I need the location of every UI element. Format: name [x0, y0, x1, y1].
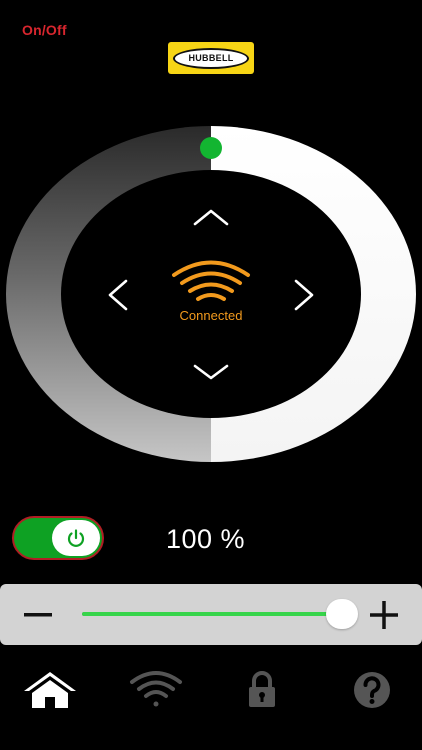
- lock-icon: [249, 671, 275, 707]
- connection-status: Connected: [179, 308, 243, 323]
- help-icon: [354, 672, 390, 708]
- increase-button[interactable]: [364, 584, 404, 645]
- brightness-slider-fill: [82, 612, 342, 616]
- plus-icon: [370, 600, 398, 629]
- dial-indicator[interactable]: [200, 137, 222, 159]
- nav-wifi[interactable]: [126, 665, 186, 715]
- nav-lock[interactable]: [232, 665, 292, 715]
- decrease-button[interactable]: [18, 584, 58, 645]
- brightness-slider[interactable]: [82, 612, 342, 616]
- power-icon: [67, 529, 85, 547]
- power-toggle-knob[interactable]: [52, 520, 100, 556]
- nav-home[interactable]: [20, 665, 80, 715]
- brightness-slider-bar: [0, 584, 422, 645]
- wifi-icon: [130, 671, 182, 707]
- logo-text: HUBBELL: [173, 47, 249, 69]
- power-toggle[interactable]: [12, 516, 104, 560]
- brightness-percent: 100 %: [166, 524, 246, 554]
- home-icon: [24, 672, 76, 708]
- hubbell-logo: HUBBELL: [168, 42, 254, 74]
- color-temperature-dial[interactable]: [0, 120, 422, 470]
- minus-icon: [24, 612, 52, 616]
- on-off-label: On/Off: [22, 22, 67, 38]
- brightness-slider-thumb[interactable]: [326, 599, 358, 629]
- nav-help[interactable]: [342, 665, 402, 715]
- bottom-navigation: [0, 655, 422, 725]
